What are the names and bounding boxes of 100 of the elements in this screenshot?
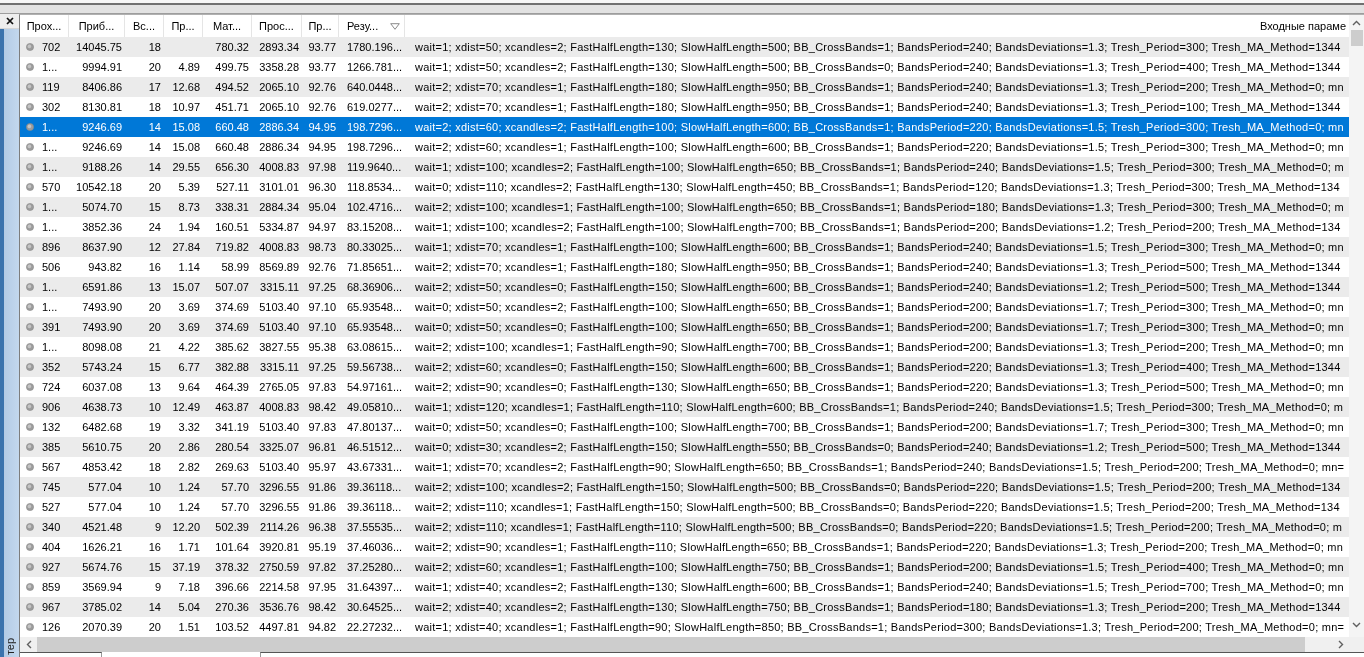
table-cell: 30.64525... [347, 600, 403, 614]
chevron-up-icon[interactable] [1352, 20, 1361, 26]
sort-icon[interactable] [390, 22, 400, 30]
table-row[interactable] [20, 157, 1349, 177]
table-cell: 198.7296... [347, 140, 403, 154]
table-cell: 15 [148, 200, 161, 214]
table-cell: 2214.58 [259, 580, 299, 594]
table-cell: wait=0; xdist=50; xcandles=0; FastHalfLength=100; SlowHalfLength=700; BB_CrossBands=1; BandsPeriod=200; BandsDeviations=1.7; Tresh_Period=300; Tresh_MA_Method=0; mn [415, 420, 1344, 434]
table-cell: 702 [42, 40, 61, 54]
table-cell: 4008.83 [259, 240, 299, 254]
table-cell: 95.19 [308, 540, 336, 554]
table-cell: 5334.87 [259, 220, 299, 234]
table-cell: 14045.75 [76, 40, 122, 54]
vertical-scrollbar[interactable] [1349, 15, 1364, 637]
dot-icon [26, 403, 34, 411]
scrollbar-thumb[interactable] [1350, 30, 1363, 46]
table-cell: 20 [148, 620, 161, 634]
table-cell: 4521.48 [82, 520, 122, 534]
table-cell: 1.14 [178, 260, 200, 274]
table-cell: 527 [42, 500, 61, 514]
table-cell: 160.51 [215, 220, 249, 234]
table-cell: 5103.40 [259, 320, 299, 334]
table-cell: 385.62 [215, 340, 249, 354]
table-cell: 640.0448... [347, 80, 403, 94]
table-row[interactable] [20, 437, 1349, 457]
table-cell: 859 [42, 580, 61, 594]
table-cell: 2065.10 [259, 80, 299, 94]
table-cell: 378.32 [215, 560, 249, 574]
table-cell: wait=1; xdist=70; xcandles=2; FastHalfLength=90; SlowHalfLength=650; BB_CrossBands=1; BandsPeriod=240; BandsDeviations=1.5; Tresh_Period=200; Tresh_MA_Method=0; mn= [415, 460, 1345, 474]
dot-icon [26, 343, 34, 351]
table-cell: wait=1; xdist=100; xcandles=2; FastHalfLength=100; SlowHalfLength=700; BB_CrossBands=1; BandsPeriod=200; BandsDeviations=1.2; Tresh_Period=200; Tresh_MA_Method=134 [415, 220, 1341, 234]
table-cell: 2886.34 [259, 140, 299, 154]
table-cell: 9246.69 [82, 140, 122, 154]
column-header[interactable]: Входные параме [405, 15, 1349, 37]
table-cell: wait=2; xdist=110; xcandles=1; FastHalfLength=150; SlowHalfLength=500; BB_CrossBands=0; BandsPeriod=220; BandsDeviations=1.5; Tresh_Period=200; Tresh_MA_Method=134 [415, 500, 1340, 514]
table-cell: 98.42 [308, 600, 336, 614]
dot-icon [26, 503, 34, 511]
table-cell: 96.38 [308, 520, 336, 534]
table-cell: 463.87 [215, 400, 249, 414]
table-cell: 527.11 [216, 180, 249, 194]
table-cell: 507.07 [215, 280, 249, 294]
table-cell: 1.94 [178, 220, 200, 234]
table-cell: 10542.18 [76, 180, 122, 194]
table-cell: 37.19 [172, 560, 200, 574]
table-cell: 37.25280... [347, 560, 403, 574]
table-row[interactable] [20, 37, 1349, 57]
table-cell: 97.25 [308, 360, 336, 374]
table-cell: 101.64 [215, 540, 249, 554]
table-cell: 724 [42, 380, 61, 394]
table-cell: 780.32 [215, 40, 249, 54]
table-cell: 9 [154, 520, 161, 534]
table-cell: 97.98 [308, 160, 336, 174]
dot-icon [26, 183, 34, 191]
table-row[interactable] [20, 77, 1349, 97]
table-cell: wait=1; xdist=50; xcandles=2; FastHalfLength=130; SlowHalfLength=500; BB_CrossBands=1; BandsPeriod=240; BandsDeviations=1.3; Tresh_Period=300; Tresh_MA_Method=1344 [415, 40, 1341, 54]
table-cell: 4008.83 [259, 400, 299, 414]
table-row[interactable] [20, 477, 1349, 497]
dot-icon [26, 583, 34, 591]
table-row[interactable] [20, 197, 1349, 217]
table-cell: 49.05810... [347, 400, 403, 414]
table-cell: 94.82 [308, 620, 336, 634]
dot-icon [26, 163, 34, 171]
table-cell: 24 [148, 220, 161, 234]
table-row[interactable] [20, 557, 1349, 577]
table-cell: 13 [148, 280, 161, 294]
table-cell: 18 [148, 100, 161, 114]
table-cell: 4853.42 [82, 460, 122, 474]
close-icon[interactable] [5, 17, 14, 25]
table-cell: 5674.76 [82, 560, 122, 574]
table-cell: 2065.10 [259, 100, 299, 114]
table-cell: 1... [42, 140, 58, 154]
chevron-down-icon[interactable] [1352, 622, 1361, 628]
table-row[interactable] [20, 397, 1349, 417]
table-row[interactable] [20, 237, 1349, 257]
table-cell: 1... [42, 120, 58, 134]
table-cell: 7493.90 [82, 320, 122, 334]
table-cell: 3315.11 [260, 280, 299, 294]
table-cell: 3785.02 [82, 600, 122, 614]
table-cell: 8406.86 [82, 80, 122, 94]
table-cell: wait=1; xdist=40; xcandles=2; FastHalfLength=130; SlowHalfLength=600; BB_CrossBands=1; BandsPeriod=240; BandsDeviations=1.5; Tresh_Period=700; Tresh_MA_Method=0; mn [415, 580, 1344, 594]
table-cell: 1... [42, 300, 58, 314]
table-cell: wait=2; xdist=60; xcandles=1; FastHalfLength=100; SlowHalfLength=600; BB_CrossBands=1; BandsPeriod=220; BandsDeviations=1.5; Tresh_Period=300; Tresh_MA_Method=0; mn [415, 140, 1344, 154]
table-row[interactable] [20, 277, 1349, 297]
table-row[interactable] [20, 317, 1349, 337]
table-cell: 4497.81 [259, 620, 299, 634]
table-cell: 2114.26 [260, 520, 299, 534]
table-cell: 39.36118... [347, 500, 402, 514]
table-cell: 896 [42, 240, 61, 254]
table-cell: wait=2; xdist=110; xcandles=1; FastHalfLength=110; SlowHalfLength=500; BB_CrossBands=0; BandsPeriod=220; BandsDeviations=1.5; Tresh_Period=200; Tresh_MA_Method=0; m [415, 520, 1343, 534]
table-cell: 3.69 [178, 300, 200, 314]
table-cell: 14 [148, 120, 161, 134]
table-cell: 47.80137... [347, 420, 403, 434]
table-row[interactable] [20, 597, 1349, 617]
chevron-right-icon[interactable] [1337, 640, 1344, 649]
table-cell: 71.85651... [347, 260, 403, 274]
table-row[interactable] [20, 517, 1349, 537]
table-row[interactable] [20, 357, 1349, 377]
table-cell: 37.46036... [347, 540, 403, 554]
panel-title[interactable]: тер [5, 637, 17, 655]
chevron-left-icon[interactable] [25, 640, 32, 649]
